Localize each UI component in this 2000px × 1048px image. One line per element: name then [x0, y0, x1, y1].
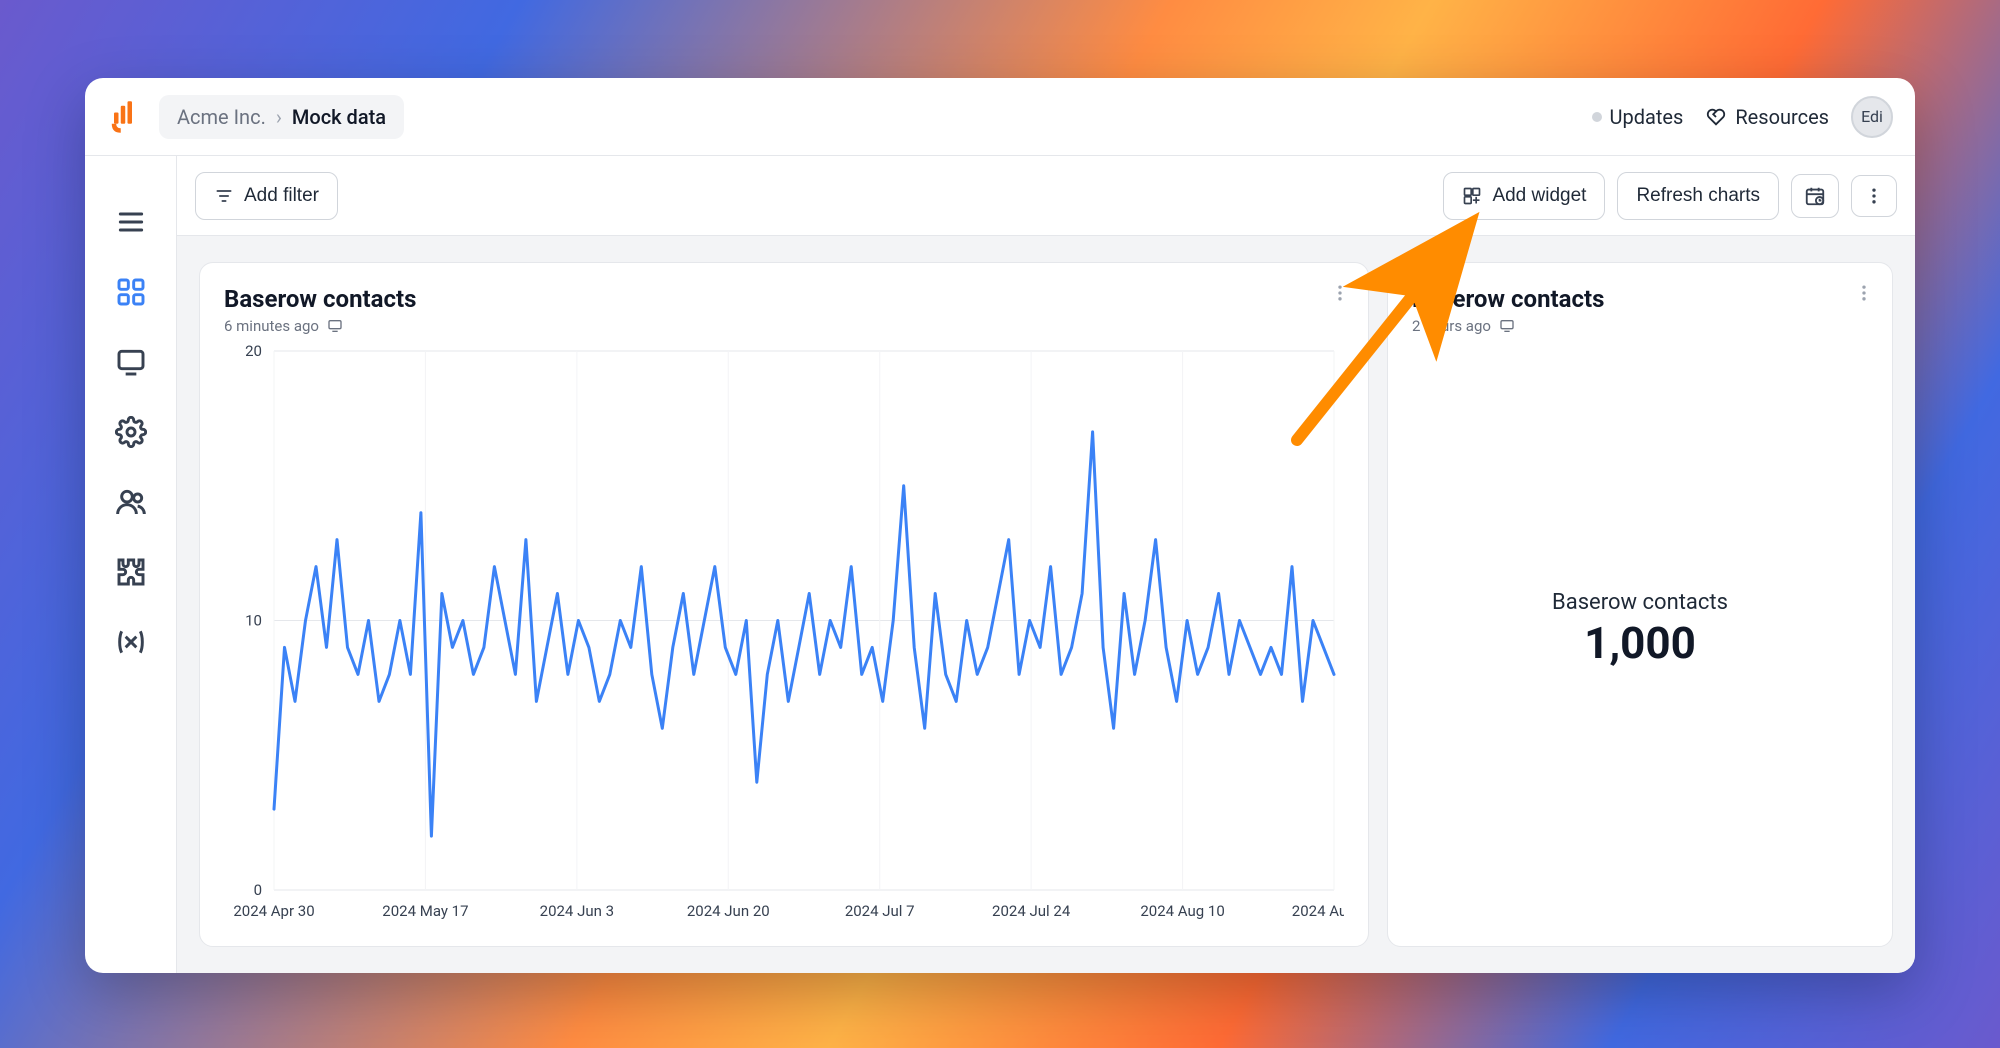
add-filter-label: Add filter: [244, 185, 319, 207]
dots-vertical-icon: [1330, 283, 1350, 303]
line-chart: 0 10 20 2024 Apr 30 2024 May 17 2024 Jun 3 202…: [224, 345, 1344, 924]
widget-chart-title: Baserow contacts: [224, 285, 1344, 313]
avatar[interactable]: Edi: [1851, 96, 1893, 138]
chart-area: 0 10 20 2024 Apr 30 2024 May 17 2024 Jun 3 202…: [224, 345, 1344, 924]
monitor-icon: [327, 318, 343, 334]
widget-chart-subtitle: 6 minutes ago: [224, 317, 1344, 335]
widget-kpi-subtitle: 2 hours ago: [1412, 317, 1868, 335]
chevron-right-icon: ›: [276, 105, 282, 129]
sidebar-item-dashboards[interactable]: [113, 274, 149, 310]
refresh-charts-label: Refresh charts: [1636, 185, 1760, 207]
svg-text:2024 Aug 10: 2024 Aug 10: [1140, 902, 1224, 920]
add-widget-button[interactable]: Add widget: [1443, 172, 1605, 220]
widget-chart-card: Baserow contacts 6 minutes ago 0 10 20 2024…: [199, 262, 1369, 947]
topbar: Acme Inc. › Mock data Updates Resources …: [85, 78, 1915, 156]
updates-label: Updates: [1610, 105, 1684, 129]
svg-text:2024 Aug 27: 2024 Aug 27: [1292, 902, 1344, 920]
dots-vertical-icon: [1864, 186, 1884, 206]
svg-text:2024 May 17: 2024 May 17: [382, 902, 468, 920]
svg-text:2024 Jul 7: 2024 Jul 7: [845, 902, 915, 920]
kpi-value: 1,000: [1412, 617, 1868, 669]
more-menu-button[interactable]: [1851, 175, 1897, 217]
sidebar-item-users[interactable]: [113, 484, 149, 520]
app-window: Acme Inc. › Mock data Updates Resources …: [85, 78, 1915, 973]
refresh-charts-button[interactable]: Refresh charts: [1617, 172, 1779, 220]
filter-icon: [214, 186, 234, 206]
status-dot-icon: [1592, 112, 1602, 122]
sidebar-item-screens[interactable]: [113, 344, 149, 380]
breadcrumb-page[interactable]: Mock data: [292, 105, 386, 129]
menu-icon[interactable]: [113, 204, 149, 240]
sidebar: [85, 156, 177, 973]
kpi-label: Baserow contacts: [1412, 590, 1868, 615]
heart-handshake-icon: [1705, 106, 1727, 128]
sidebar-item-settings[interactable]: [113, 414, 149, 450]
date-range-button[interactable]: [1791, 174, 1839, 218]
resources-link[interactable]: Resources: [1705, 105, 1829, 129]
body: Add filter Add widget Refresh charts: [85, 156, 1915, 973]
svg-text:0: 0: [254, 881, 262, 899]
svg-text:10: 10: [245, 612, 262, 630]
sidebar-item-integrations[interactable]: [113, 554, 149, 590]
sidebar-item-variables[interactable]: [113, 624, 149, 660]
widget-kpi-card: Baserow contacts 2 hours ago Baserow con…: [1387, 262, 1893, 947]
monitor-icon: [1499, 318, 1515, 334]
svg-text:2024 Jun 3: 2024 Jun 3: [540, 902, 614, 920]
content: Baserow contacts 6 minutes ago 0 10 20 2024…: [177, 236, 1915, 973]
widget-add-icon: [1462, 186, 1482, 206]
svg-text:2024 Jul 24: 2024 Jul 24: [992, 902, 1071, 920]
toolbar: Add filter Add widget Refresh charts: [177, 156, 1915, 236]
add-filter-button[interactable]: Add filter: [195, 172, 338, 220]
topbar-right: Updates Resources Edi: [1592, 96, 1894, 138]
svg-text:20: 20: [245, 345, 262, 360]
svg-text:2024 Jun 20: 2024 Jun 20: [687, 902, 770, 920]
dots-vertical-icon: [1854, 283, 1874, 303]
updates-link[interactable]: Updates: [1592, 105, 1684, 129]
main: Add filter Add widget Refresh charts: [177, 156, 1915, 973]
widget-kpi-menu[interactable]: [1854, 283, 1874, 303]
breadcrumb[interactable]: Acme Inc. › Mock data: [159, 95, 404, 139]
widget-chart-menu[interactable]: [1330, 283, 1350, 303]
widget-kpi-title: Baserow contacts: [1412, 285, 1868, 313]
calendar-clock-icon: [1804, 185, 1826, 207]
breadcrumb-org[interactable]: Acme Inc.: [177, 105, 266, 129]
avatar-initials: Edi: [1861, 107, 1883, 126]
app-logo[interactable]: [105, 99, 141, 135]
add-widget-label: Add widget: [1492, 185, 1586, 207]
resources-label: Resources: [1735, 105, 1829, 129]
svg-text:2024 Apr 30: 2024 Apr 30: [233, 902, 314, 920]
